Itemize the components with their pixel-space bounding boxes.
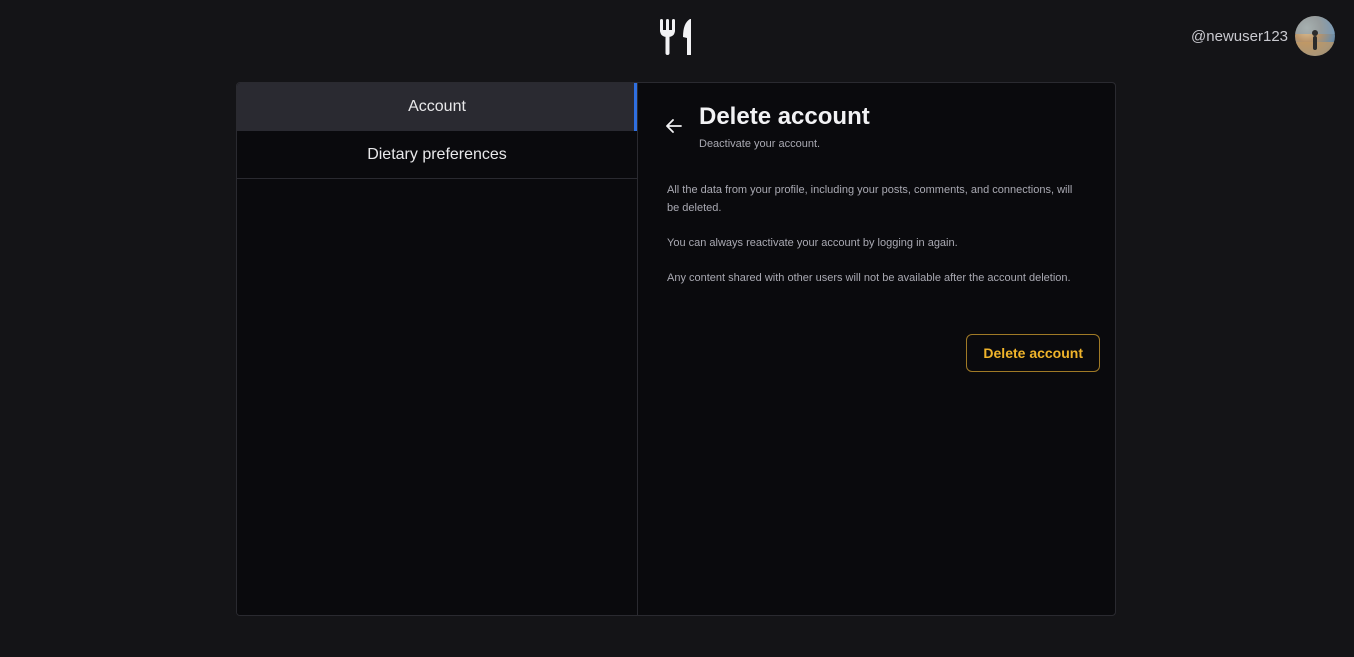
fork-knife-icon[interactable] (657, 17, 695, 57)
arrow-left-icon[interactable] (664, 116, 684, 136)
paragraph: Any content shared with other users will… (667, 272, 1071, 284)
description-text: All the data from your profile, includin… (667, 181, 1087, 304)
page-subtitle: Deactivate your account. (699, 138, 821, 150)
sidebar-item-account[interactable]: Account (237, 83, 637, 131)
delete-account-panel: Delete account Deactivate your account. … (638, 83, 1115, 615)
settings-sidebar: Account Dietary preferences (237, 83, 638, 615)
settings-card: Account Dietary preferences Delete accou… (236, 82, 1116, 616)
paragraph: You can always reactivate your account b… (667, 237, 958, 249)
sidebar-item-label: Dietary preferences (367, 145, 507, 163)
delete-account-button[interactable]: Delete account (966, 334, 1100, 372)
page-title: Delete account (699, 103, 870, 130)
sidebar-item-dietary-preferences[interactable]: Dietary preferences (237, 131, 637, 179)
paragraph: All the data from your profile, includin… (667, 184, 1073, 214)
user-menu[interactable]: @newuser123 (1191, 16, 1335, 56)
username-label: @newuser123 (1191, 27, 1288, 45)
sidebar-item-label: Account (408, 98, 466, 115)
avatar[interactable] (1295, 16, 1335, 56)
top-bar: @newuser123 (0, 0, 1354, 76)
